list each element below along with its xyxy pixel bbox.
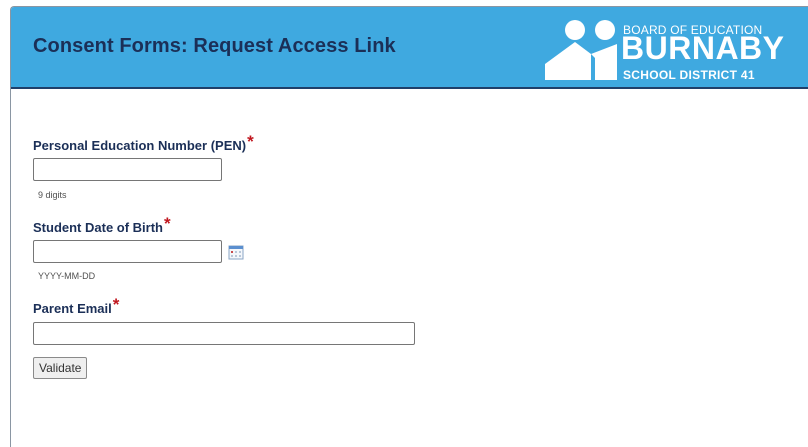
required-marker: * bbox=[112, 295, 120, 314]
page-title: Consent Forms: Request Access Link bbox=[33, 35, 396, 57]
pen-input[interactable] bbox=[33, 158, 222, 181]
logo-figures-icon bbox=[545, 20, 617, 80]
calendar-icon[interactable] bbox=[228, 244, 244, 260]
required-marker: * bbox=[164, 214, 171, 233]
logo-line2: BURNABY bbox=[621, 30, 785, 66]
dob-input[interactable] bbox=[33, 240, 222, 263]
district-logo: BOARD OF EDUCATION BURNABY SCHOOL DISTRI… bbox=[541, 18, 801, 84]
pen-label-text: Personal Education Number (PEN) bbox=[33, 138, 247, 153]
required-marker: * bbox=[247, 132, 254, 151]
dob-hint: YYYY-MM-DD bbox=[38, 271, 96, 281]
validate-button[interactable]: Validate bbox=[33, 357, 88, 379]
dob-label-text: Student Date of Birth bbox=[33, 220, 163, 235]
email-label-text: Parent Email bbox=[33, 301, 112, 316]
page-header: Consent Forms: Request Access Link BOARD… bbox=[11, 7, 808, 89]
logo-line3: SCHOOL DISTRICT 41 bbox=[623, 68, 755, 82]
pen-label: Personal Education Number (PEN)* bbox=[33, 132, 254, 155]
email-field[interactable] bbox=[33, 322, 415, 345]
form-panel: Consent Forms: Request Access Link BOARD… bbox=[10, 6, 808, 447]
dob-label: Student Date of Birth* bbox=[33, 214, 171, 237]
pen-hint: 9 digits bbox=[38, 190, 67, 200]
email-label: Parent Email* bbox=[33, 295, 120, 318]
